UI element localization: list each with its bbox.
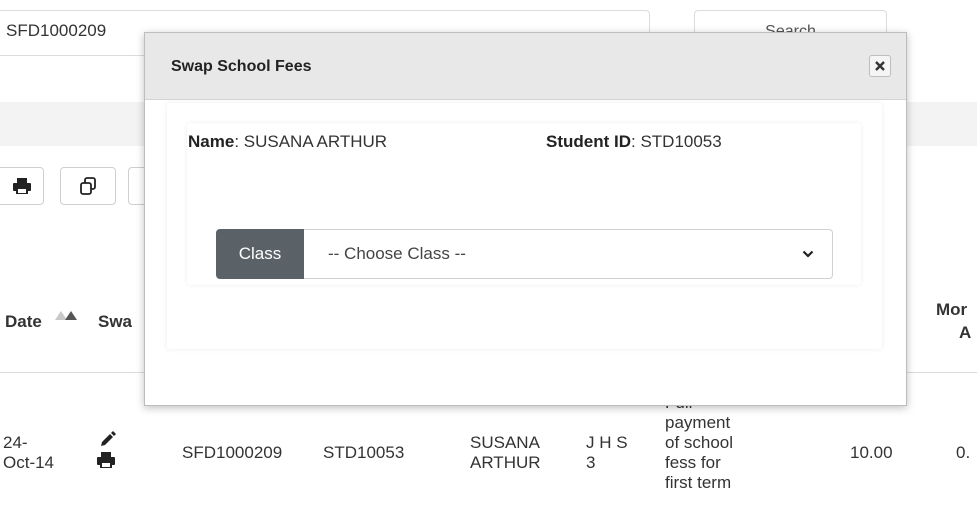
class-label: Class (216, 229, 304, 279)
copy-button[interactable] (60, 167, 116, 205)
copy-icon (80, 177, 96, 195)
swap-school-fees-modal: Swap School Fees Name: SUSANA ARTHUR Stu… (144, 32, 907, 406)
cell-date-line1: 24- (3, 433, 28, 452)
cell-student-id: STD10053 (323, 443, 405, 462)
cell-description-line: fess for (665, 453, 721, 472)
header-money-line2: A (959, 323, 972, 342)
chevron-down-icon (802, 250, 814, 258)
cell-date: 24- Oct-14 (3, 433, 54, 473)
modal-title: Swap School Fees (171, 58, 312, 75)
name-label: Name (188, 132, 235, 151)
sort-icon[interactable] (55, 308, 77, 320)
close-icon (875, 61, 885, 71)
cell-description-line: of school (665, 433, 734, 452)
close-button[interactable] (869, 55, 891, 77)
cell-description-line: payment (665, 413, 731, 432)
cell-class: J H S 3 (586, 433, 628, 473)
header-money-line1[interactable]: Mor (936, 300, 967, 320)
class-select[interactable]: -- Choose Class -- (304, 229, 833, 279)
cell-description: Full payment of school fess for first te… (665, 393, 733, 493)
student-id-value: : STD10053 (631, 132, 722, 151)
cell-description-line: first term (665, 473, 732, 492)
name-value: : SUSANA ARTHUR (234, 132, 388, 151)
class-select-group: Class -- Choose Class -- (216, 229, 833, 279)
modal-header: Swap School Fees (145, 33, 906, 100)
header-date[interactable]: Date (5, 312, 42, 332)
edit-icon[interactable] (98, 431, 116, 449)
student-name-info: Name: SUSANA ARTHUR (188, 132, 387, 152)
cell-name-line1: SUSANA (470, 433, 540, 452)
cell-receipt: SFD1000209 (182, 443, 283, 462)
class-select-value: -- Choose Class -- (328, 244, 466, 263)
student-info-card: Name: SUSANA ARTHUR Student ID: STD10053… (187, 123, 861, 285)
cell-money: 0. (956, 443, 971, 462)
cell-class-line1: J H S (586, 433, 628, 452)
student-id-info: Student ID: STD10053 (546, 132, 722, 152)
cell-name: SUSANA ARTHUR (470, 433, 541, 473)
cell-date-line2: Oct-14 (3, 453, 55, 472)
student-id-label: Student ID (546, 132, 631, 151)
header-swap[interactable]: Swa (98, 312, 132, 332)
modal-body-panel: Name: SUSANA ARTHUR Student ID: STD10053… (167, 103, 882, 349)
search-input-value: SFD1000209 (6, 21, 107, 40)
row-print-icon[interactable] (97, 452, 115, 468)
cell-amount: 10.00 (850, 443, 893, 462)
cell-name-line2: ARTHUR (470, 453, 541, 472)
cell-class-line2: 3 (586, 453, 596, 472)
print-button[interactable] (0, 167, 44, 205)
print-icon (12, 178, 31, 194)
